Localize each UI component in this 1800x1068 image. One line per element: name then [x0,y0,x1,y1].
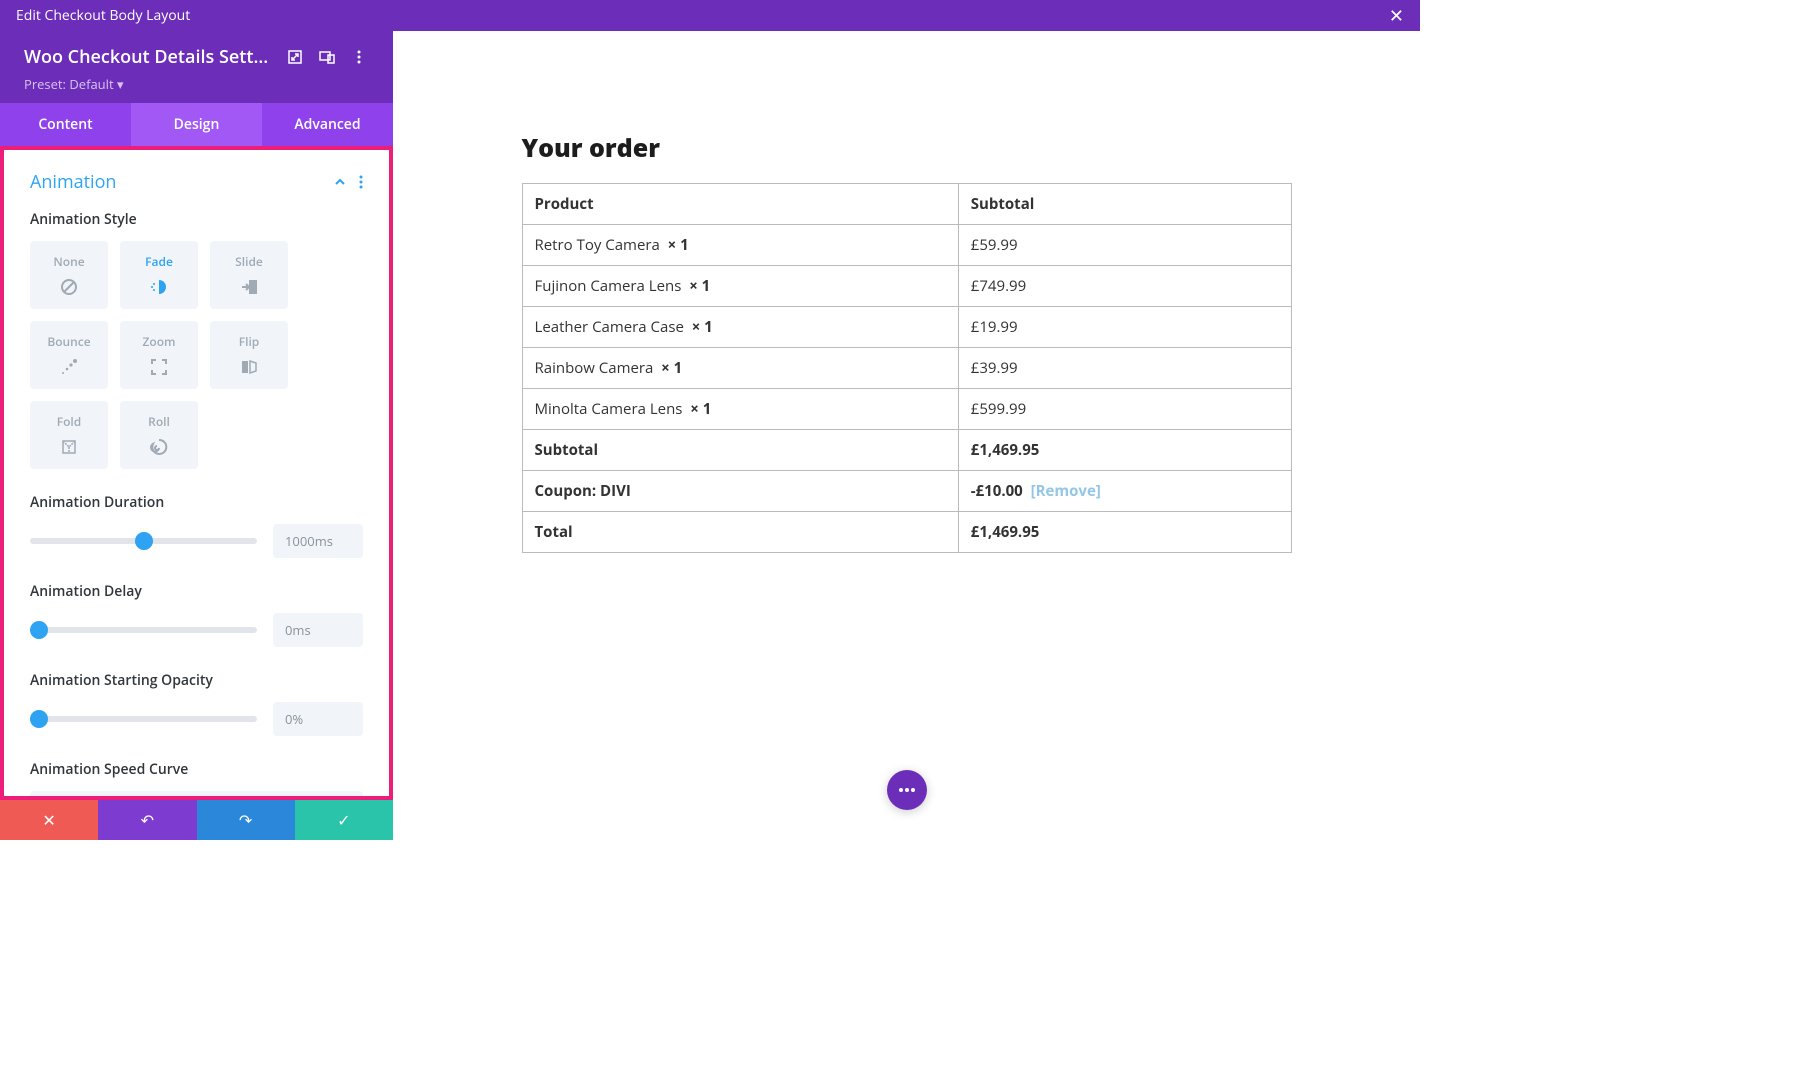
redo-button[interactable]: ↷ [197,800,295,840]
th-product: Product [522,184,958,225]
item-qty: × 1 [692,317,713,337]
value-opacity[interactable]: 0% [273,702,363,736]
style-bounce[interactable]: Bounce [30,321,108,389]
label-delay: Animation Delay [30,582,363,601]
chevron-up-icon[interactable] [333,175,347,189]
total-value: £1,469.95 [958,512,1291,553]
cancel-button[interactable]: ✕ [0,800,98,840]
item-name: Rainbow Camera [535,358,654,378]
flip-icon [239,356,259,378]
item-price: £749.99 [958,266,1291,307]
item-name: Fujinon Camera Lens [535,276,682,296]
order-table: Product Subtotal Retro Toy Camera × 1 £59… [522,183,1292,553]
coupon-label: Coupon: DIVI [522,471,958,512]
remove-coupon-link[interactable]: [Remove] [1031,481,1101,501]
close-icon[interactable]: ✕ [1389,4,1404,28]
zoom-icon [149,356,169,378]
item-price: £59.99 [958,225,1291,266]
settings-title: Woo Checkout Details Setti... [24,45,273,69]
label-speed-curve: Animation Speed Curve [30,760,363,779]
value-delay[interactable]: 0ms [273,613,363,647]
style-fold[interactable]: Fold [30,401,108,469]
th-subtotal: Subtotal [958,184,1291,225]
devices-icon[interactable] [317,47,337,67]
more-options-icon[interactable] [349,47,369,67]
item-qty: × 1 [690,399,711,419]
style-flip[interactable]: Flip [210,321,288,389]
table-row: Rainbow Camera × 1 £39.99 [522,348,1291,389]
roll-icon [149,436,169,458]
item-price: £39.99 [958,348,1291,389]
item-name: Minolta Camera Lens [535,399,683,419]
item-price: £599.99 [958,389,1291,430]
slider-duration[interactable] [30,538,257,544]
style-zoom[interactable]: Zoom [120,321,198,389]
table-row: Retro Toy Camera × 1 £59.99 [522,225,1291,266]
value-duration[interactable]: 1000ms [273,524,363,558]
style-none[interactable]: None [30,241,108,309]
subtotal-value: £1,469.95 [958,430,1291,471]
more-icon[interactable] [359,175,363,189]
table-row: Minolta Camera Lens × 1 £599.99 [522,389,1291,430]
item-price: £19.99 [958,307,1291,348]
order-title: Your order [522,131,1292,165]
fade-icon [149,276,169,298]
slider-delay[interactable] [30,627,257,633]
style-slide[interactable]: Slide [210,241,288,309]
style-roll[interactable]: Roll [120,401,198,469]
page-title: Edit Checkout Body Layout [16,6,190,25]
undo-button[interactable]: ↶ [98,800,196,840]
total-label: Total [522,512,958,553]
fold-icon [59,436,79,458]
subtotal-label: Subtotal [522,430,958,471]
label-duration: Animation Duration [30,493,363,512]
label-animation-style: Animation Style [30,210,363,229]
tab-content[interactable]: Content [0,103,131,146]
table-row: Fujinon Camera Lens × 1 £749.99 [522,266,1291,307]
bounce-icon [59,356,79,378]
tab-design[interactable]: Design [131,103,262,146]
item-qty: × 1 [668,235,689,255]
expand-icon[interactable] [285,47,305,67]
style-fade[interactable]: Fade [120,241,198,309]
section-title-animation[interactable]: Animation [30,170,321,194]
slide-icon [239,276,259,298]
settings-tabs: Content Design Advanced [0,103,393,146]
tab-advanced[interactable]: Advanced [262,103,393,146]
save-button[interactable]: ✓ [295,800,393,840]
coupon-value: -£10.00 [971,481,1023,501]
select-speed-curve[interactable]: Ease-In-Out⇅ [30,791,363,800]
page-settings-fab[interactable] [887,770,927,810]
item-qty: × 1 [661,358,682,378]
item-qty: × 1 [689,276,710,296]
preset-dropdown[interactable]: Preset: Default ▾ [24,75,369,93]
label-opacity: Animation Starting Opacity [30,671,363,690]
item-name: Retro Toy Camera [535,235,660,255]
slider-opacity[interactable] [30,716,257,722]
item-name: Leather Camera Case [535,317,684,337]
table-row: Leather Camera Case × 1 £19.99 [522,307,1291,348]
none-icon [59,276,79,298]
